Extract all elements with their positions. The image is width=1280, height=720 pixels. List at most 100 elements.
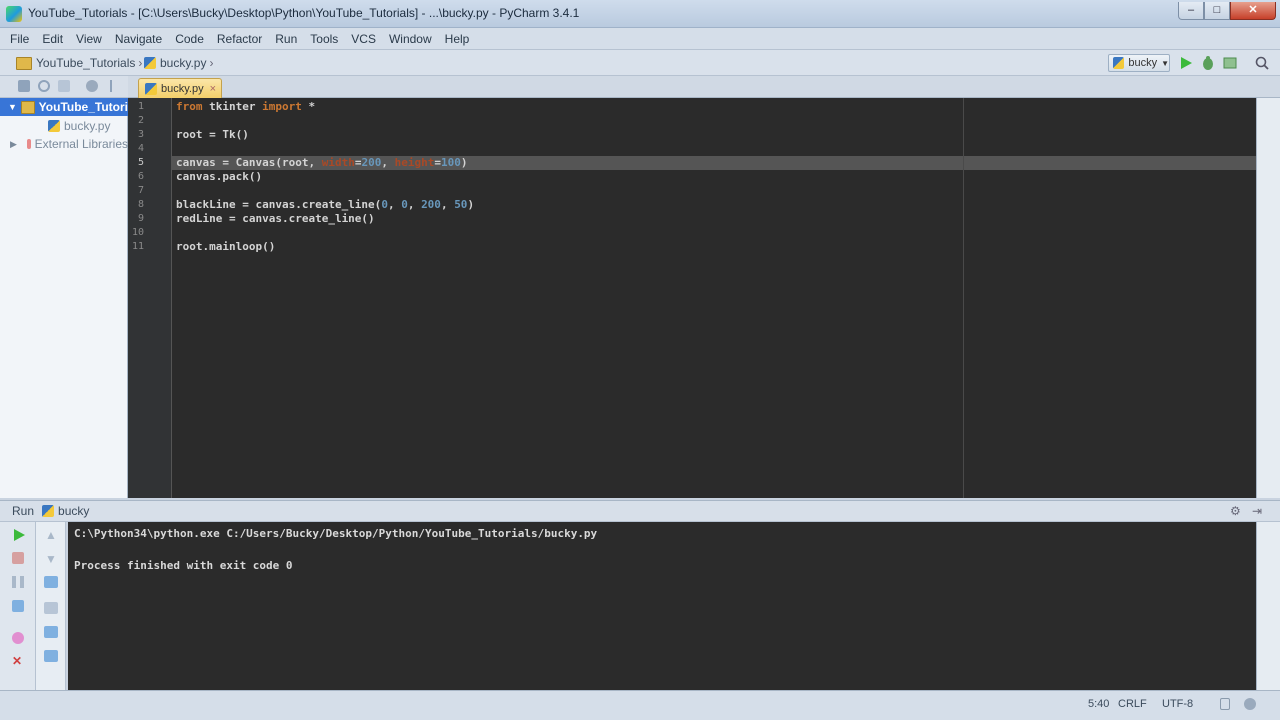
code-line-3: root = Tk() (176, 128, 249, 141)
hide-panel-icon[interactable] (110, 80, 122, 92)
line-number: 11 (131, 241, 144, 252)
settings-icon[interactable] (12, 632, 24, 644)
file-encoding[interactable]: UTF-8 (1162, 698, 1193, 710)
code-line-11: root.mainloop() (176, 240, 276, 253)
tree-item-bucky-py[interactable]: bucky.py (0, 117, 128, 135)
menu-refactor[interactable]: Refactor (217, 32, 262, 46)
dump-threads-icon[interactable] (12, 600, 24, 612)
keyword-token: import (262, 100, 302, 113)
lock-icon[interactable] (1220, 698, 1230, 710)
menu-edit[interactable]: Edit (42, 32, 63, 46)
python-icon (42, 505, 55, 517)
editor-tab-bar: bucky.py × (128, 76, 1280, 98)
close-tab-icon[interactable]: × (210, 83, 216, 95)
run-button[interactable] (1178, 55, 1194, 71)
tree-item-external-libraries[interactable]: ▶ External Libraries (0, 135, 128, 153)
breadcrumb-project-label: YouTube_Tutorials (36, 56, 136, 70)
tab-bucky-py[interactable]: bucky.py × (138, 78, 222, 98)
menu-view[interactable]: View (76, 32, 102, 46)
code-token: , (440, 198, 455, 211)
param-token: height (394, 156, 435, 169)
title-bar: YouTube_Tutorials - [C:\Users\Bucky\Desk… (0, 0, 1280, 28)
debug-icon (1203, 56, 1213, 70)
editor-scrollbar[interactable] (1256, 98, 1280, 498)
menu-help[interactable]: Help (445, 32, 470, 46)
line-separator[interactable]: CRLF (1118, 698, 1147, 710)
line-number: 4 (137, 143, 144, 154)
search-icon (1255, 56, 1269, 70)
inspector-icon[interactable] (1244, 698, 1256, 710)
close-icon[interactable]: ✕ (12, 654, 22, 668)
tree-item-project-root[interactable]: ▼ YouTube_Tutori (0, 98, 128, 116)
soft-wrap-icon[interactable] (44, 576, 58, 588)
run-panel-config[interactable]: bucky (58, 504, 89, 518)
menu-navigate[interactable]: Navigate (115, 32, 162, 46)
stop-icon[interactable] (12, 552, 24, 564)
line-number: 9 (137, 213, 144, 224)
code-token: tkinter (202, 100, 263, 113)
run-panel-label: Run (12, 504, 35, 518)
pause-icon[interactable] (12, 576, 24, 588)
code-editor[interactable]: 1 2 3 4 5 6 7 8 9 10 11 from tkinter imp… (128, 98, 1256, 498)
scroll-to-end-icon[interactable] (44, 602, 58, 614)
code-token: , (387, 198, 402, 211)
search-everywhere-button[interactable] (1254, 55, 1270, 71)
line-number: 8 (137, 199, 144, 210)
breadcrumb-project[interactable]: YouTube_Tutorials › (16, 55, 142, 71)
collapse-icon[interactable] (58, 80, 70, 92)
line-number: 3 (137, 129, 144, 140)
hide-panel-icon[interactable]: ⇥ (1252, 504, 1262, 518)
breadcrumb-file[interactable]: bucky.py › (144, 55, 213, 71)
run-output-toolbar: ▲ ▼ (36, 522, 66, 690)
code-token: , (407, 198, 422, 211)
code-token: ) (460, 156, 468, 169)
code-token: ) (467, 198, 475, 211)
number-token: 200 (421, 198, 441, 211)
project-toolbar (0, 76, 128, 98)
code-token: blackLine = canvas.create_line( (176, 198, 382, 211)
coverage-button[interactable] (1222, 55, 1238, 71)
gear-icon[interactable] (86, 80, 98, 92)
chevron-down-icon: ▼ (1161, 58, 1169, 68)
arrow-up-icon[interactable]: ▲ (45, 528, 57, 542)
status-bar: 5:40 CRLF UTF-8 (0, 690, 1280, 720)
line-number: 7 (137, 185, 144, 196)
minimize-button[interactable]: – (1178, 2, 1204, 20)
library-icon (26, 139, 31, 149)
number-token: 50 (454, 198, 468, 211)
menu-run[interactable]: Run (275, 32, 297, 46)
menu-code[interactable]: Code (175, 32, 204, 46)
number-token: 0 (381, 198, 388, 211)
print-icon[interactable] (44, 626, 58, 638)
run-toolbar: ✕ (0, 522, 36, 690)
code-token: canvas = Canvas(root, (176, 156, 322, 169)
menu-window[interactable]: Window (389, 32, 432, 46)
maximize-button[interactable]: □ (1204, 2, 1230, 20)
line-number: 10 (131, 227, 144, 238)
caret-position[interactable]: 5:40 (1088, 698, 1109, 710)
right-margin-guide (963, 98, 964, 498)
clear-all-icon[interactable] (44, 650, 58, 662)
project-view-icon[interactable] (18, 80, 30, 92)
debug-button[interactable] (1200, 55, 1216, 71)
menu-vcs[interactable]: VCS (351, 32, 376, 46)
python-icon (1113, 57, 1125, 69)
project-panel: ▼ YouTube_Tutori bucky.py ▶ External Lib… (0, 98, 128, 498)
close-button[interactable]: ✕ (1230, 2, 1276, 20)
menu-tools[interactable]: Tools (310, 32, 338, 46)
menu-file[interactable]: File (10, 32, 29, 46)
console-scrollbar[interactable] (1256, 522, 1280, 690)
sync-icon[interactable] (38, 80, 50, 92)
rerun-icon[interactable] (12, 528, 26, 542)
pycharm-app-icon (6, 6, 22, 22)
line-number: 5 (137, 157, 144, 168)
run-console[interactable]: C:\Python34\python.exe C:/Users/Bucky/De… (68, 522, 1256, 690)
gear-icon[interactable]: ⚙ (1230, 504, 1241, 518)
code-line-6: canvas.pack() (176, 170, 263, 183)
code-line-5: canvas = Canvas(root, width=200, height=… (176, 156, 467, 169)
arrow-down-icon[interactable]: ▼ (45, 552, 57, 566)
chevron-down-icon: ▼ (8, 102, 17, 112)
run-icon (1181, 57, 1192, 69)
run-configuration-select[interactable]: bucky ▼ (1108, 54, 1170, 72)
line-number-gutter: 1 2 3 4 5 6 7 8 9 10 11 (128, 98, 172, 498)
